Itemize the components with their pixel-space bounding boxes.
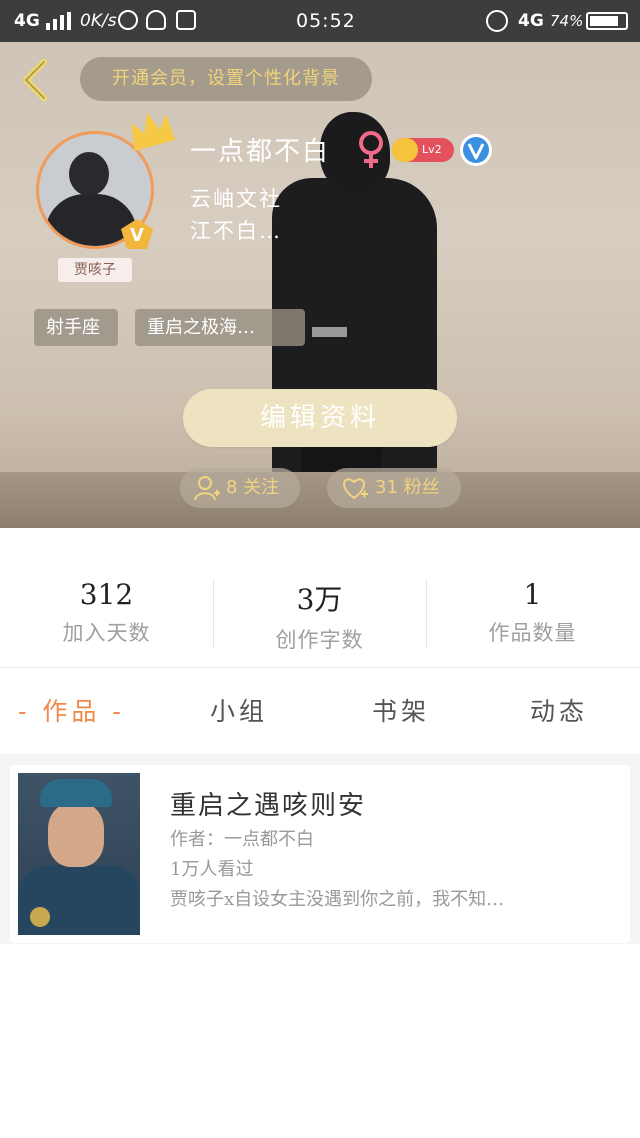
battery-percent: 74% (550, 12, 584, 30)
book-cover (18, 773, 140, 935)
profile-tabs: - 作品 - 小组 书架 动态 (0, 668, 640, 754)
back-button[interactable] (18, 58, 52, 102)
work-views: 1万人看过 (170, 859, 254, 880)
alarm-icon (486, 10, 508, 32)
following-button[interactable]: 8 关注 (180, 468, 300, 508)
tab-groups[interactable]: 小组 (210, 692, 268, 728)
stat-value: 1 (523, 578, 542, 611)
stat-value: 312 (79, 578, 134, 611)
vip-v-icon: V (121, 219, 153, 249)
vip-background-button[interactable]: 开通会员，设置个性化背景 (80, 57, 372, 101)
level-crown-icon (392, 138, 418, 162)
username: 一点都不白 (190, 137, 331, 167)
work-title: 重启之遇咳则安 (170, 791, 367, 821)
stat-label: 创作字数 (275, 628, 364, 652)
clock: 05:52 (296, 10, 356, 32)
level-badge: Lv2 (392, 138, 454, 162)
work-author: 作者：一点都不白 (170, 829, 314, 850)
stat-days-joined: 312 加入天数 (0, 578, 213, 647)
network-type: 4G (14, 11, 40, 31)
followers-button[interactable]: 31 粉丝 (327, 468, 461, 508)
stat-works-count: 1 作品数量 (426, 578, 639, 647)
tab-activity[interactable]: 动态 (530, 692, 588, 728)
profile-background (0, 42, 640, 528)
status-bar: 4G 0K/s 05:52 4G 74% (0, 0, 640, 42)
followers-count: 31 粉丝 (375, 477, 440, 498)
tag-zodiac[interactable]: 射手座 (34, 309, 118, 346)
weibo-icon (118, 10, 138, 30)
svg-text:V: V (130, 225, 144, 246)
level-text: Lv2 (422, 143, 442, 156)
female-icon (359, 131, 383, 168)
stat-label: 加入天数 (62, 621, 151, 645)
edit-profile-button[interactable]: 编辑资料 (183, 389, 457, 447)
user-add-icon (194, 476, 220, 501)
heart-add-icon (343, 478, 368, 500)
network-type-2: 4G (518, 11, 544, 31)
chevron-left-icon (23, 59, 47, 101)
network-speed: 0K/s (80, 11, 117, 31)
stats-panel: 312 加入天数 3万 创作字数 1 作品数量 (0, 528, 640, 668)
club-role: 江不白… (190, 219, 282, 243)
tab-bookshelf[interactable]: 书架 (372, 692, 430, 728)
stat-word-count: 3万 创作字数 (213, 578, 426, 654)
qq-icon (146, 10, 166, 30)
verified-icon (460, 134, 492, 166)
stat-value: 3万 (296, 583, 343, 616)
notification-icon (176, 10, 196, 30)
battery-icon (586, 12, 628, 30)
stat-label: 作品数量 (488, 621, 577, 645)
crown-icon (131, 112, 176, 151)
work-card[interactable]: 重启之遇咳则安 作者：一点都不白 1万人看过 贾咳子x自设女主没遇到你之前，我不… (10, 765, 630, 943)
following-count: 8 关注 (226, 477, 280, 498)
signal-icon (46, 12, 71, 30)
tag-work[interactable]: 重启之极海… (135, 309, 305, 346)
tab-works[interactable]: - 作品 - (18, 692, 125, 728)
avatar-tag: 贾咳子 (58, 258, 132, 282)
work-description: 贾咳子x自设女主没遇到你之前，我不知… (170, 889, 505, 910)
club-name: 云岫文社 (190, 187, 282, 211)
